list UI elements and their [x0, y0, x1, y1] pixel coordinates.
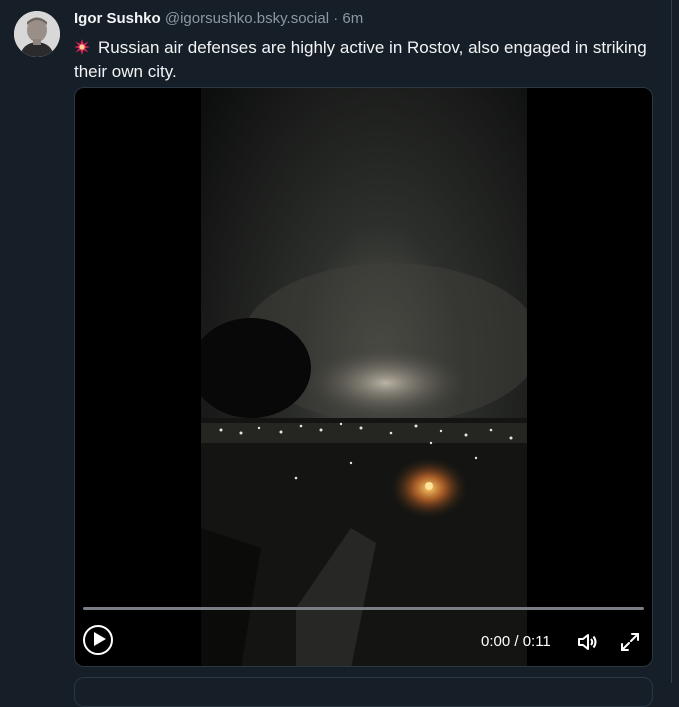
collision-burst-icon: [74, 39, 92, 61]
panel-divider: [671, 0, 679, 683]
author-name[interactable]: Igor Sushko: [74, 10, 161, 27]
next-post-card: [74, 677, 653, 707]
volume-icon[interactable]: [575, 630, 599, 654]
header-separator: ·: [333, 10, 339, 27]
fullscreen-icon[interactable]: [618, 630, 642, 654]
video-player[interactable]: 0:00 / 0:11: [74, 87, 653, 667]
post-timestamp[interactable]: 6m: [342, 10, 363, 27]
post-body: Russian air defenses are highly active i…: [74, 37, 654, 83]
play-icon[interactable]: [83, 625, 113, 655]
post-text: Russian air defenses are highly active i…: [74, 38, 647, 81]
video-frame: [201, 88, 527, 666]
post-header: Igor Sushko @igorsushko.bsky.social · 6m: [74, 10, 363, 27]
video-timecode: 0:00 / 0:11: [481, 633, 551, 650]
author-handle[interactable]: @igorsushko.bsky.social: [165, 10, 329, 27]
avatar[interactable]: [14, 11, 60, 57]
video-progress-bar[interactable]: [83, 607, 644, 610]
